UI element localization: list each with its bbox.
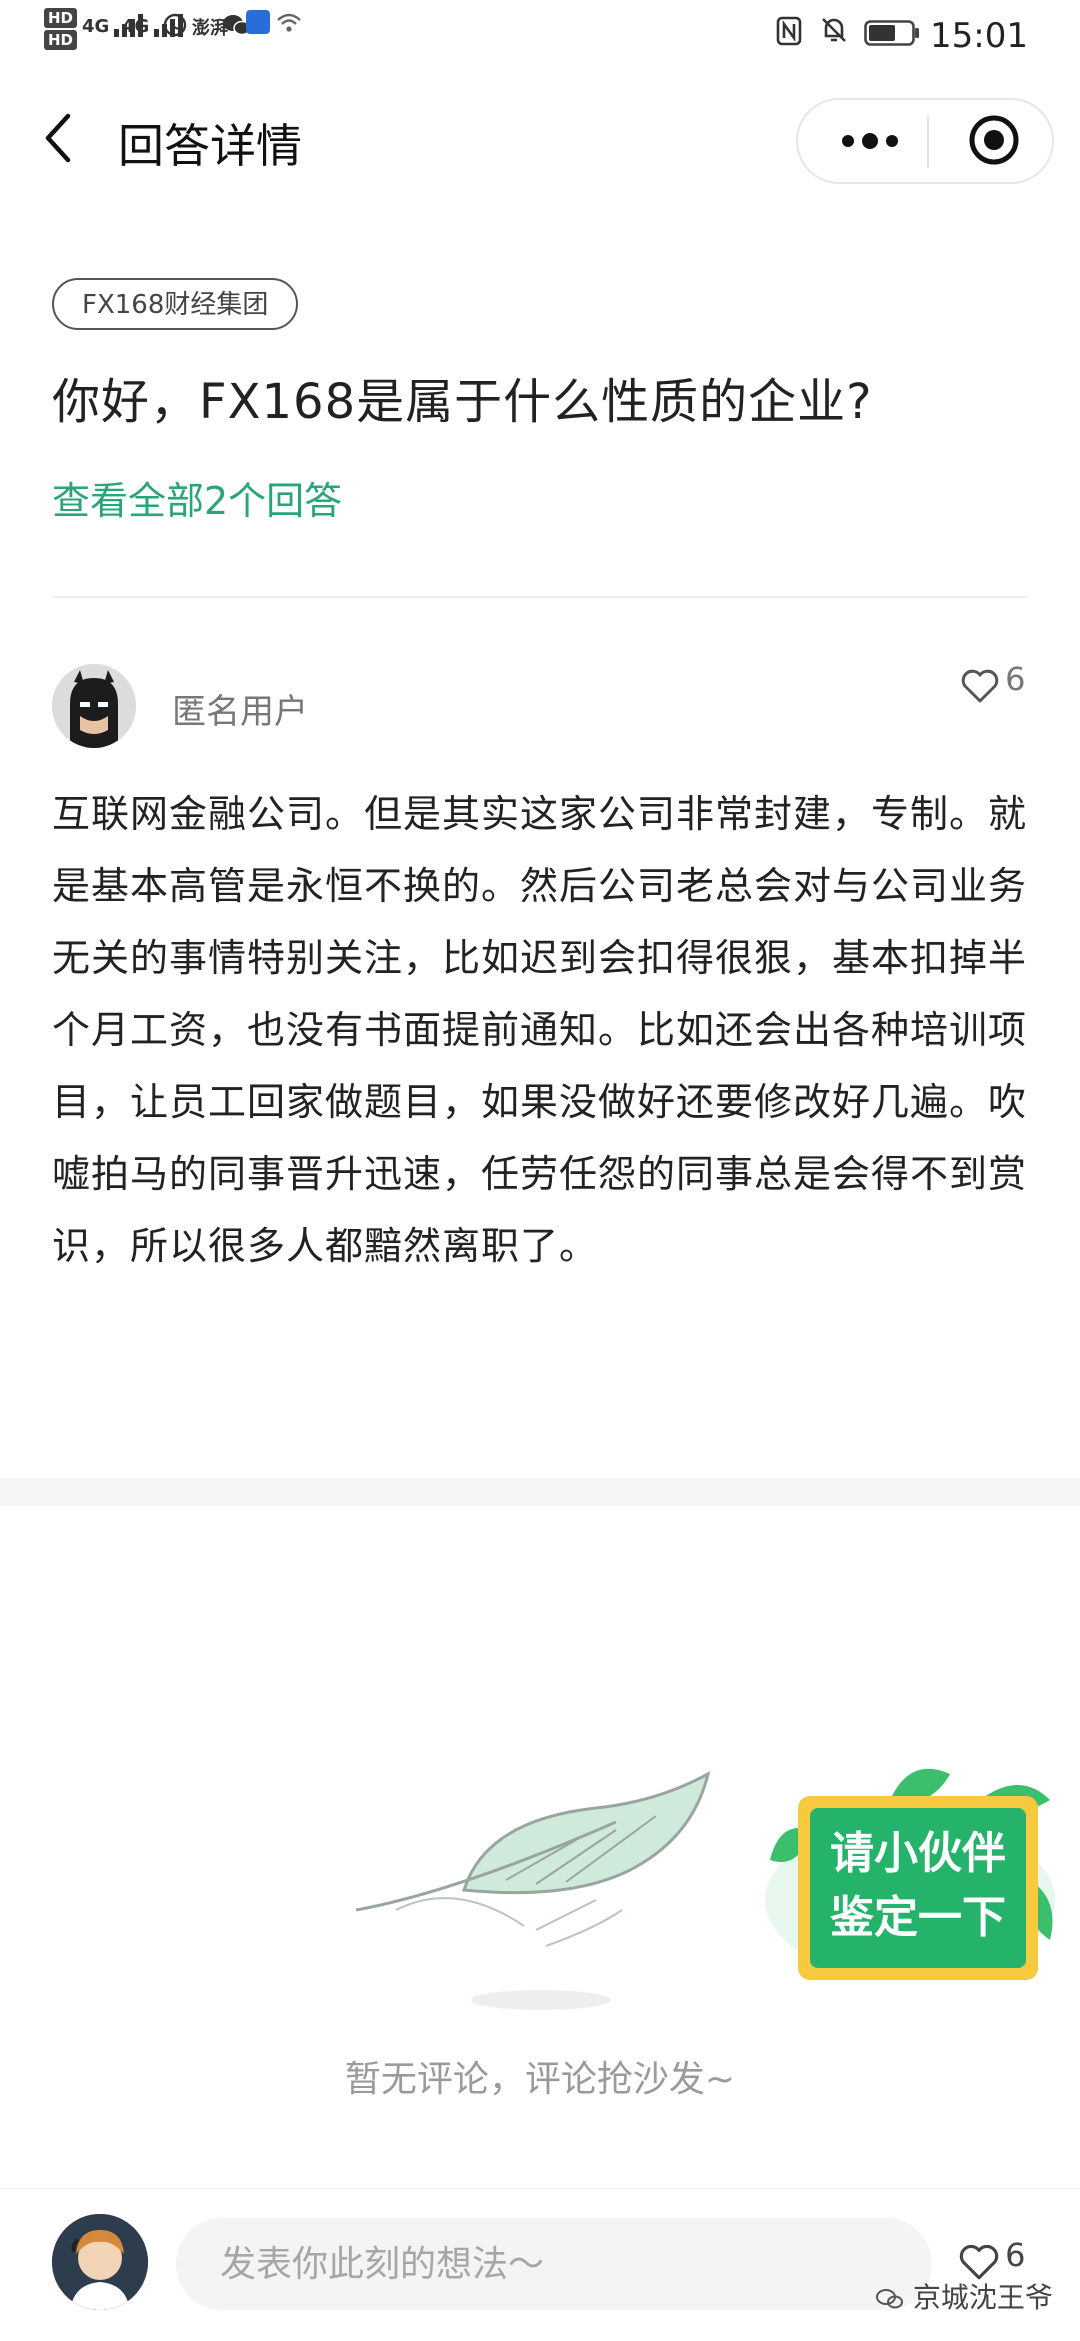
section-divider	[0, 1478, 1080, 1506]
target-icon[interactable]	[966, 112, 1022, 168]
nfc-icon	[776, 16, 802, 46]
my-avatar[interactable]	[52, 2214, 148, 2310]
answer-text: 互联网金融公司。但是其实这家公司非常封建，专制。就是基本高管是永恒不换的。然后公…	[52, 792, 1028, 1268]
watermark: 京城沈王爷	[876, 2276, 1053, 2316]
avatar[interactable]	[52, 664, 136, 748]
company-tag[interactable]: FX168财经集团	[52, 278, 299, 330]
feather-illustration-icon	[356, 1771, 711, 2010]
empty-comments-text: 暂无评论，评论抢沙发~	[344, 2059, 736, 2100]
wechat-watermark-icon	[876, 2289, 903, 2309]
app-icon	[246, 10, 270, 34]
like-count: 6	[1005, 660, 1026, 698]
hd-badge-2: HD	[44, 30, 78, 50]
hd-badge-1: HD	[44, 8, 78, 28]
wifi-icon	[277, 13, 301, 32]
heart-icon	[961, 669, 999, 702]
mute-icon	[822, 18, 846, 42]
appraise-badge[interactable]: 请小伙伴 鉴定一下	[810, 1808, 1026, 1968]
comment-input[interactable]	[176, 2218, 932, 2310]
page-title: 回答详情	[118, 119, 302, 173]
battery-icon	[864, 20, 919, 46]
status-bar: HD HD 4G 4G 澎湃 15:01	[0, 0, 1080, 72]
divider	[52, 596, 1028, 598]
user-name: 匿名用户	[172, 692, 308, 732]
watermark-text: 京城沈王爷	[912, 2281, 1053, 2314]
more-dots-icon[interactable]	[830, 116, 910, 166]
user-avatar-icon	[52, 2214, 148, 2310]
like-button[interactable]: 6	[960, 660, 1025, 710]
batman-avatar-icon	[52, 664, 136, 748]
chevron-left-icon[interactable]	[40, 112, 76, 164]
view-all-answers-link[interactable]: 查看全部2个回答	[52, 470, 342, 525]
badge-line-1: 请小伙伴	[830, 1828, 1006, 1879]
heart-icon	[959, 2244, 999, 2279]
badge-line-2: 鉴定一下	[830, 1892, 1006, 1943]
bottom-like-button[interactable]: 6	[958, 2236, 1025, 2281]
whatsapp-icon	[163, 13, 187, 37]
question-title: 你好，FX168是属于什么性质的企业?	[52, 374, 873, 430]
bottom-like-count: 6	[1005, 2236, 1026, 2274]
clock: 15:01	[930, 16, 1028, 56]
capsule-divider	[927, 116, 929, 168]
